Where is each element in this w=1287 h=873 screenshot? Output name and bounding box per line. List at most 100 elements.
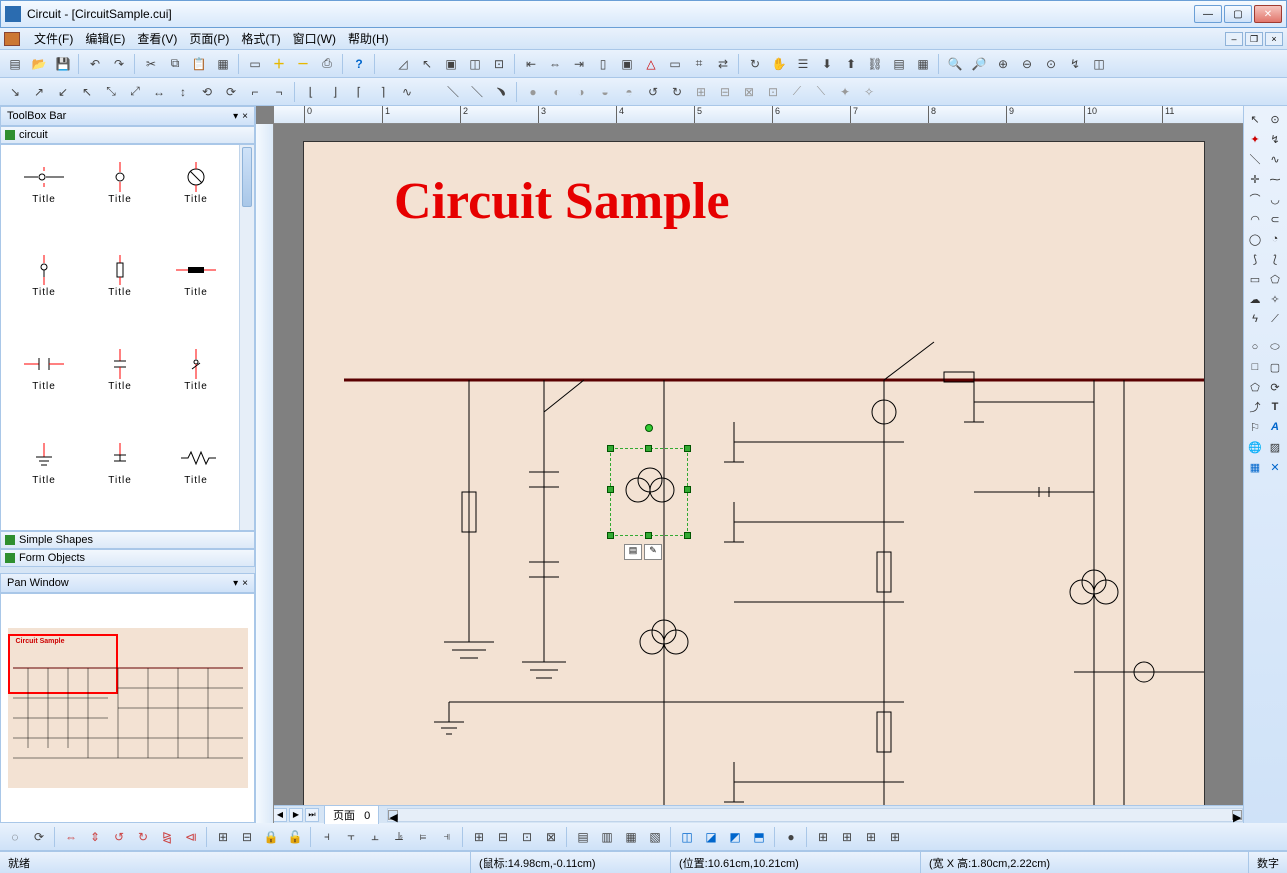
bt-g1[interactable]: ⊞ — [212, 826, 234, 848]
rt-rect[interactable]: ▭ — [1246, 270, 1264, 288]
add-button[interactable]: ＋ — [268, 53, 290, 75]
bt-s2[interactable]: ▥ — [596, 826, 618, 848]
flip-button[interactable]: ⇄ — [712, 53, 734, 75]
shape-15[interactable]: ✧ — [858, 81, 880, 103]
shape-11[interactable]: ⊡ — [762, 81, 784, 103]
rotation-handle[interactable] — [645, 424, 653, 432]
panwin-body[interactable]: Circuit Sample — [0, 593, 255, 823]
pointer-tool[interactable]: ↖ — [416, 53, 438, 75]
rt-spline[interactable]: ⟋ — [1266, 310, 1284, 328]
zoom-custom-button[interactable]: ◫ — [1088, 53, 1110, 75]
rt-pic[interactable]: ▨ — [1266, 438, 1284, 456]
resize-handle[interactable] — [684, 532, 691, 539]
stencil-item[interactable]: Title — [85, 341, 155, 401]
layers-button[interactable]: ☰ — [792, 53, 814, 75]
conn-16[interactable]: ⌉ — [372, 81, 394, 103]
bt-d1[interactable]: ⊞ — [468, 826, 490, 848]
zoom-width-button[interactable]: ⊙ — [1040, 53, 1062, 75]
distribute-button[interactable]: ▯ — [592, 53, 614, 75]
paste-button[interactable]: 📋 — [188, 53, 210, 75]
bt-g2[interactable]: ⊟ — [236, 826, 258, 848]
shape-10[interactable]: ⊠ — [738, 81, 760, 103]
align-right-button[interactable]: ⇥ — [568, 53, 590, 75]
bt-mirror-v[interactable]: ⧏ — [180, 826, 202, 848]
bt-d4[interactable]: ⊠ — [540, 826, 562, 848]
menu-help[interactable]: 帮助(H) — [342, 28, 395, 49]
minimize-button[interactable]: — — [1194, 5, 1222, 23]
resize-handle[interactable] — [684, 486, 691, 493]
mdi-restore[interactable]: ❐ — [1245, 32, 1263, 46]
bt-d3[interactable]: ⊡ — [516, 826, 538, 848]
bt-unlock[interactable]: 🔓 — [284, 826, 306, 848]
shape-7[interactable]: ↻ — [666, 81, 688, 103]
conn-13[interactable]: ⌊ — [300, 81, 322, 103]
maximize-button[interactable]: ▢ — [1224, 5, 1252, 23]
shape-1[interactable]: ● — [522, 81, 544, 103]
delete-button[interactable]: － — [292, 53, 314, 75]
rt-pie[interactable]: ◔ — [1266, 230, 1284, 248]
conn-4[interactable]: ↖ — [76, 81, 98, 103]
shape-5[interactable]: ◓ — [618, 81, 640, 103]
rt-callout[interactable]: ⬠ — [1266, 270, 1284, 288]
conn-17[interactable]: ∿ — [396, 81, 418, 103]
rt-arc2[interactable]: ◡ — [1266, 190, 1284, 208]
link-button[interactable]: ⛓ — [864, 53, 886, 75]
zoom-fit-button[interactable]: ▭ — [244, 53, 266, 75]
bt-rot-l[interactable]: ↺ — [108, 826, 130, 848]
rt-square[interactable]: □ — [1246, 358, 1264, 376]
menu-view[interactable]: 查看(V) — [131, 28, 183, 49]
stencil-item[interactable]: Title — [161, 341, 231, 401]
shape-3[interactable]: ◑ — [570, 81, 592, 103]
pan-thumbnail[interactable]: Circuit Sample — [8, 628, 248, 788]
rt-circle[interactable]: ○ — [1246, 338, 1264, 356]
undo-button[interactable]: ↶ — [84, 53, 106, 75]
bt-al1[interactable]: ⫞ — [316, 826, 338, 848]
new-button[interactable]: ▤ — [4, 53, 26, 75]
rt-text[interactable]: T — [1266, 398, 1284, 416]
copy-button[interactable]: ⧉ — [164, 53, 186, 75]
resize-handle[interactable] — [607, 532, 614, 539]
bt-o3[interactable]: ◩ — [724, 826, 746, 848]
shape-12[interactable]: ⟋ — [786, 81, 808, 103]
bt-1[interactable]: ◌ — [4, 826, 26, 848]
stencil-item[interactable]: Title — [161, 153, 231, 213]
bt-al4[interactable]: ⫡ — [388, 826, 410, 848]
rt-freeform[interactable]: ⟳ — [1266, 378, 1284, 396]
rt-ellipse[interactable]: ◯ — [1246, 230, 1264, 248]
panwin-pin-icon[interactable]: ▾ — [233, 578, 238, 589]
shape-14[interactable]: ✦ — [834, 81, 856, 103]
conn-7[interactable]: ↔ — [148, 81, 170, 103]
bt-o1[interactable]: ◫ — [676, 826, 698, 848]
toolbox-category-form[interactable]: Form Objects — [0, 549, 255, 567]
page-tab[interactable]: 页面 0 — [324, 805, 379, 824]
stencil-item[interactable]: Title — [9, 341, 79, 401]
toolbox-pin-icon[interactable]: ▾ — [233, 111, 238, 122]
hand-tool[interactable]: ✋ — [768, 53, 790, 75]
bt-flip-h[interactable]: ⇔ — [60, 826, 82, 848]
conn-8[interactable]: ↕ — [172, 81, 194, 103]
toolbox-category-circuit[interactable]: circuit — [0, 126, 255, 144]
bt-grid1[interactable]: ⊞ — [812, 826, 834, 848]
bring-front-button[interactable]: ⬆ — [840, 53, 862, 75]
conn-9[interactable]: ⟲ — [196, 81, 218, 103]
toolbox-category-shapes[interactable]: Simple Shapes — [0, 531, 255, 549]
stencil-item[interactable]: Title — [85, 247, 155, 307]
conn-2[interactable]: ↗ — [28, 81, 50, 103]
resize-handle[interactable] — [645, 445, 652, 452]
print-button[interactable]: ⎙ — [316, 53, 338, 75]
shape-13[interactable]: ⟍ — [810, 81, 832, 103]
rt-arc4[interactable]: ⊂ — [1266, 210, 1284, 228]
bt-2[interactable]: ⟳ — [28, 826, 50, 848]
bt-al6[interactable]: ⫣ — [436, 826, 458, 848]
toolbox-close-icon[interactable]: × — [242, 111, 248, 122]
menu-window[interactable]: 窗口(W) — [287, 28, 342, 49]
tab-prev-button[interactable]: ◀ — [273, 808, 287, 822]
conn-1[interactable]: ↘ — [4, 81, 26, 103]
zoom-sel-button[interactable]: ↯ — [1064, 53, 1086, 75]
paste-special-button[interactable]: ▦ — [212, 53, 234, 75]
drawing-page[interactable]: Circuit Sample — [304, 142, 1204, 805]
help-button[interactable]: ? — [348, 53, 370, 75]
rt-polygon[interactable]: ⬠ — [1246, 378, 1264, 396]
zoom-in-button[interactable]: 🔍 — [944, 53, 966, 75]
rt-node[interactable]: ✦ — [1246, 130, 1264, 148]
